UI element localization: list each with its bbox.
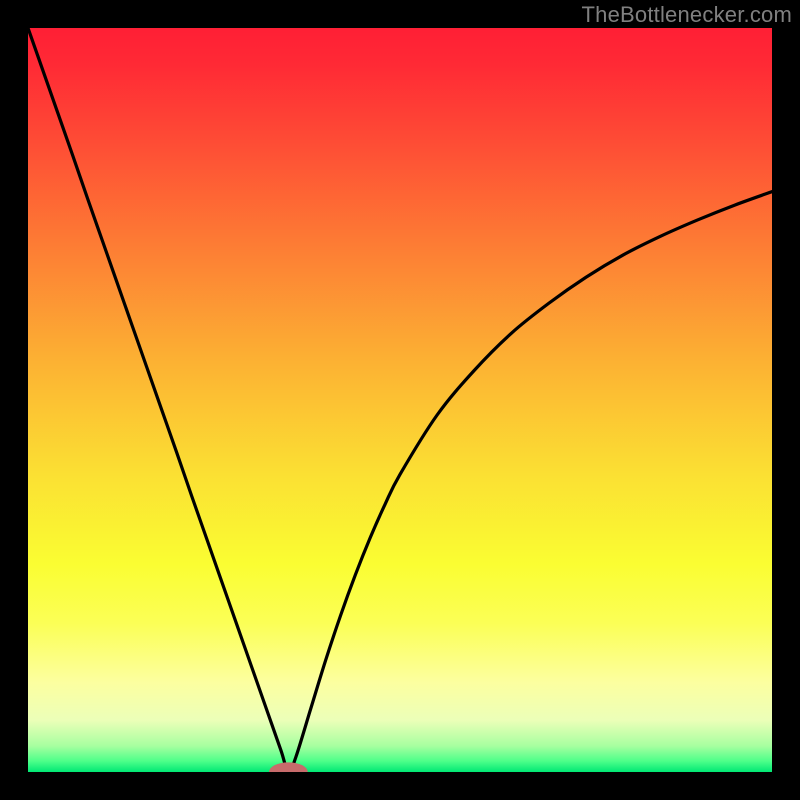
bottleneck-chart <box>28 28 772 772</box>
attribution-text: TheBottlenecker.com <box>582 2 792 28</box>
plot-area <box>28 28 772 772</box>
gradient-background <box>28 28 772 772</box>
chart-outer-frame: TheBottlenecker.com <box>0 0 800 800</box>
